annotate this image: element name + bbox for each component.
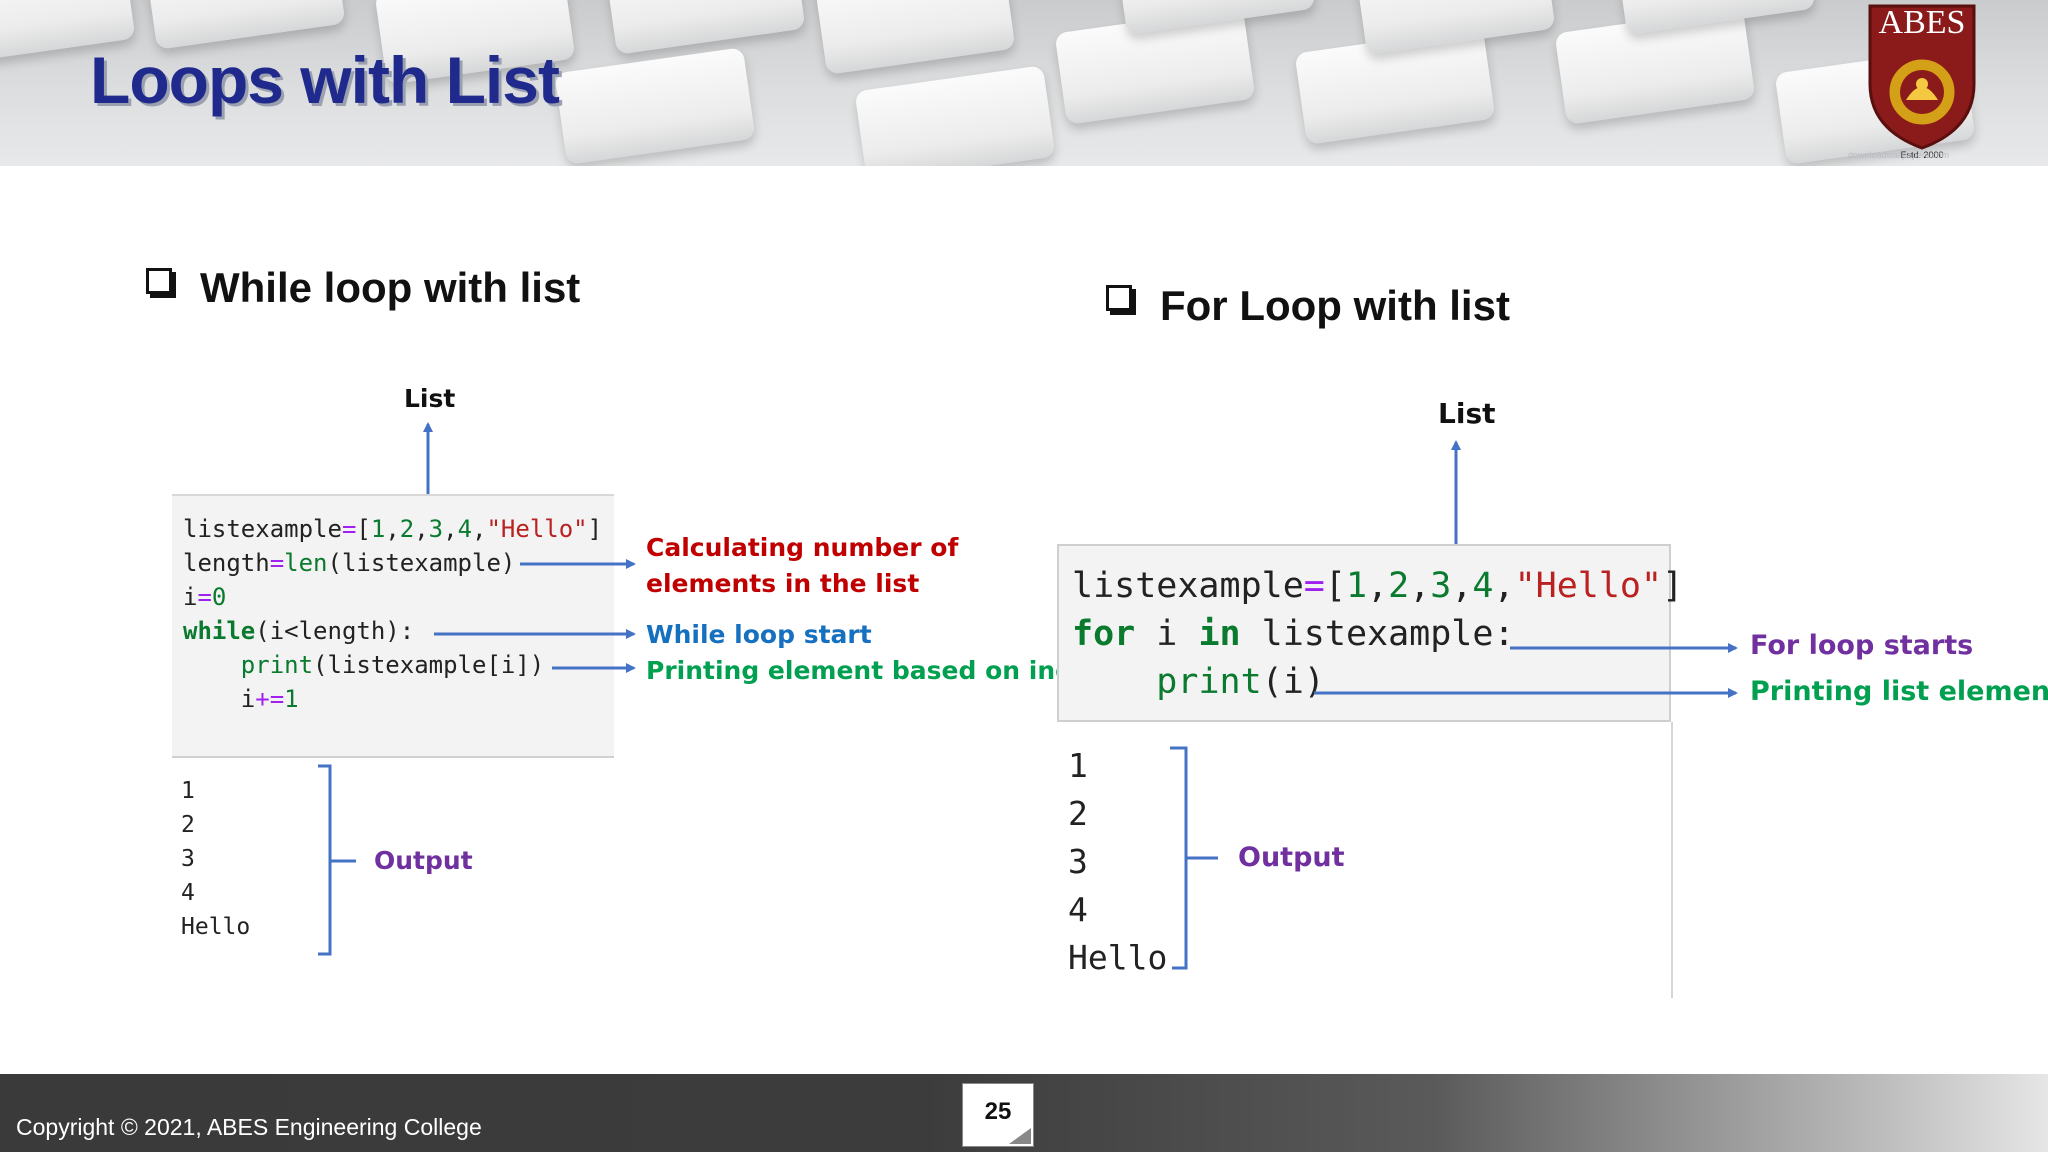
output-line: Hello [181,914,251,940]
right-output-annotation: Output [1238,842,1345,873]
output-line: 1 [181,778,195,804]
output-line: 4 [181,880,195,906]
code-line: length=len(listexample) [183,549,516,577]
for-heading: For Loop with list [1160,282,1510,329]
code-line: print(i) [1156,662,1325,702]
header-banner: Loops with List ABES Estd. 2000 download… [0,0,2048,166]
while-start-annotation: While loop start [646,620,872,649]
right-list-label: List [1438,397,1496,430]
output-line: Hello [1068,938,1168,977]
checkbox-bullet-icon [1106,285,1132,311]
while-code-block: listexample=[1,2,3,4,"Hello"] length=len… [183,512,602,716]
for-output-block: 1 2 3 4 Hello [1068,742,1167,982]
code-line: print(listexample[i]) [240,651,545,679]
code-line: for i in listexample: [1072,614,1515,654]
while-output-block: 1 2 3 4 Hello [181,774,250,944]
page-fold-icon [1009,1128,1031,1144]
for-starts-annotation: For loop starts [1750,630,1974,661]
checkbox-bullet-icon [146,268,172,294]
output-line: 3 [181,846,195,872]
calc-annotation: Calculating number of elements in the lis… [646,533,959,598]
output-line: 4 [1068,890,1088,929]
output-line: 3 [1068,842,1088,881]
code-line: listexample=[1,2,3,4,"Hello"] [1072,566,1684,606]
while-heading: While loop with list [200,264,581,311]
copyright-text: Copyright © 2021, ABES Engineering Colle… [16,1114,482,1140]
watermark: downloadwallpapers.com [1848,150,1950,160]
slide-title: Loops with List [90,43,560,117]
keyboard-key [604,0,806,55]
left-list-label: List [404,384,456,413]
abes-logo: ABES Estd. 2000 [1866,4,1978,160]
for-code-block: listexample=[1,2,3,4,"Hello"] for i in l… [1072,562,1683,706]
output-line: 1 [1068,746,1088,785]
output-line: 2 [181,812,195,838]
keyboard-key [554,47,756,165]
left-output-annotation: Output [374,846,473,875]
keyboard-key [854,65,1056,166]
code-line: i=0 [183,583,227,611]
keyboard-key [814,0,1016,75]
output-line: 2 [1068,794,1088,833]
logo-text: ABES [1878,4,1966,41]
page-number: 25 [984,1098,1012,1125]
print-index-annotation: Printing element based on index i [646,656,1124,685]
code-line: listexample=[1,2,3,4,"Hello"] [183,515,603,543]
print-list-annotation: Printing list elements [1750,676,2048,707]
code-line: i+=1 [240,685,299,713]
page-number-box: 25 [962,1083,1034,1147]
code-line: while(i<length): [183,617,415,645]
